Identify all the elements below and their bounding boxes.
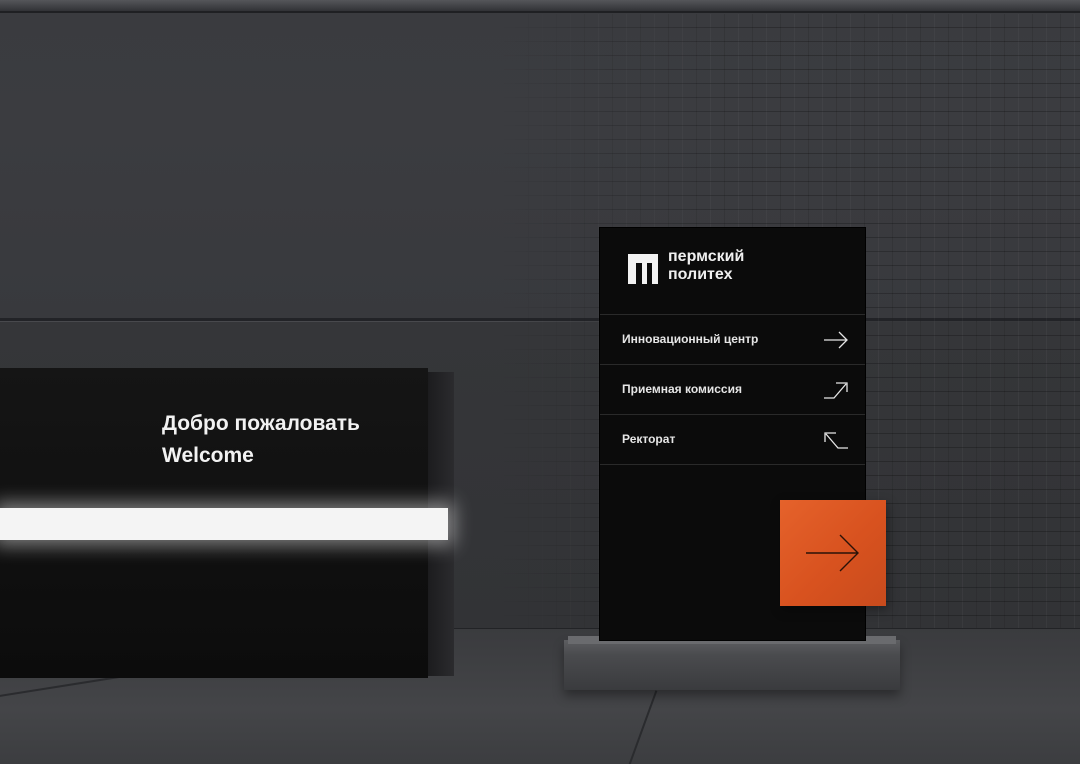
direction-label: Приемная комиссия bbox=[622, 382, 742, 396]
direction-divider bbox=[600, 464, 865, 465]
direction-label: Инновационный центр bbox=[622, 332, 759, 346]
direction-row-innovation: Инновационный центр bbox=[600, 314, 865, 365]
arrow-right-icon bbox=[824, 331, 848, 349]
arrow-right-icon bbox=[806, 534, 859, 572]
pi-logo-icon bbox=[628, 254, 658, 284]
arrow-up-right-icon bbox=[824, 382, 848, 399]
orange-arrow-tile bbox=[780, 500, 886, 606]
floor-joint bbox=[624, 690, 658, 764]
wall-seam bbox=[0, 11, 1080, 13]
direction-label: Ректорат bbox=[622, 432, 676, 446]
welcome-line-ru: Добро пожаловать bbox=[162, 412, 360, 435]
sign-base bbox=[564, 640, 900, 690]
signage-scene: Добро пожаловать Welcome пермский полите… bbox=[0, 0, 1080, 764]
logo-line-2: политех bbox=[668, 266, 733, 283]
arrow-up-left-icon bbox=[824, 432, 848, 449]
welcome-text: Добро пожаловать Welcome bbox=[162, 408, 360, 472]
logo-line-1: пермский bbox=[668, 248, 745, 265]
direction-row-rectorate: Ректорат bbox=[600, 414, 865, 465]
logo-wordmark: пермский политех bbox=[668, 248, 744, 284]
welcome-light-strip bbox=[0, 508, 448, 540]
direction-row-admissions: Приемная комиссия bbox=[600, 364, 865, 415]
welcome-line-en: Welcome bbox=[162, 444, 254, 467]
